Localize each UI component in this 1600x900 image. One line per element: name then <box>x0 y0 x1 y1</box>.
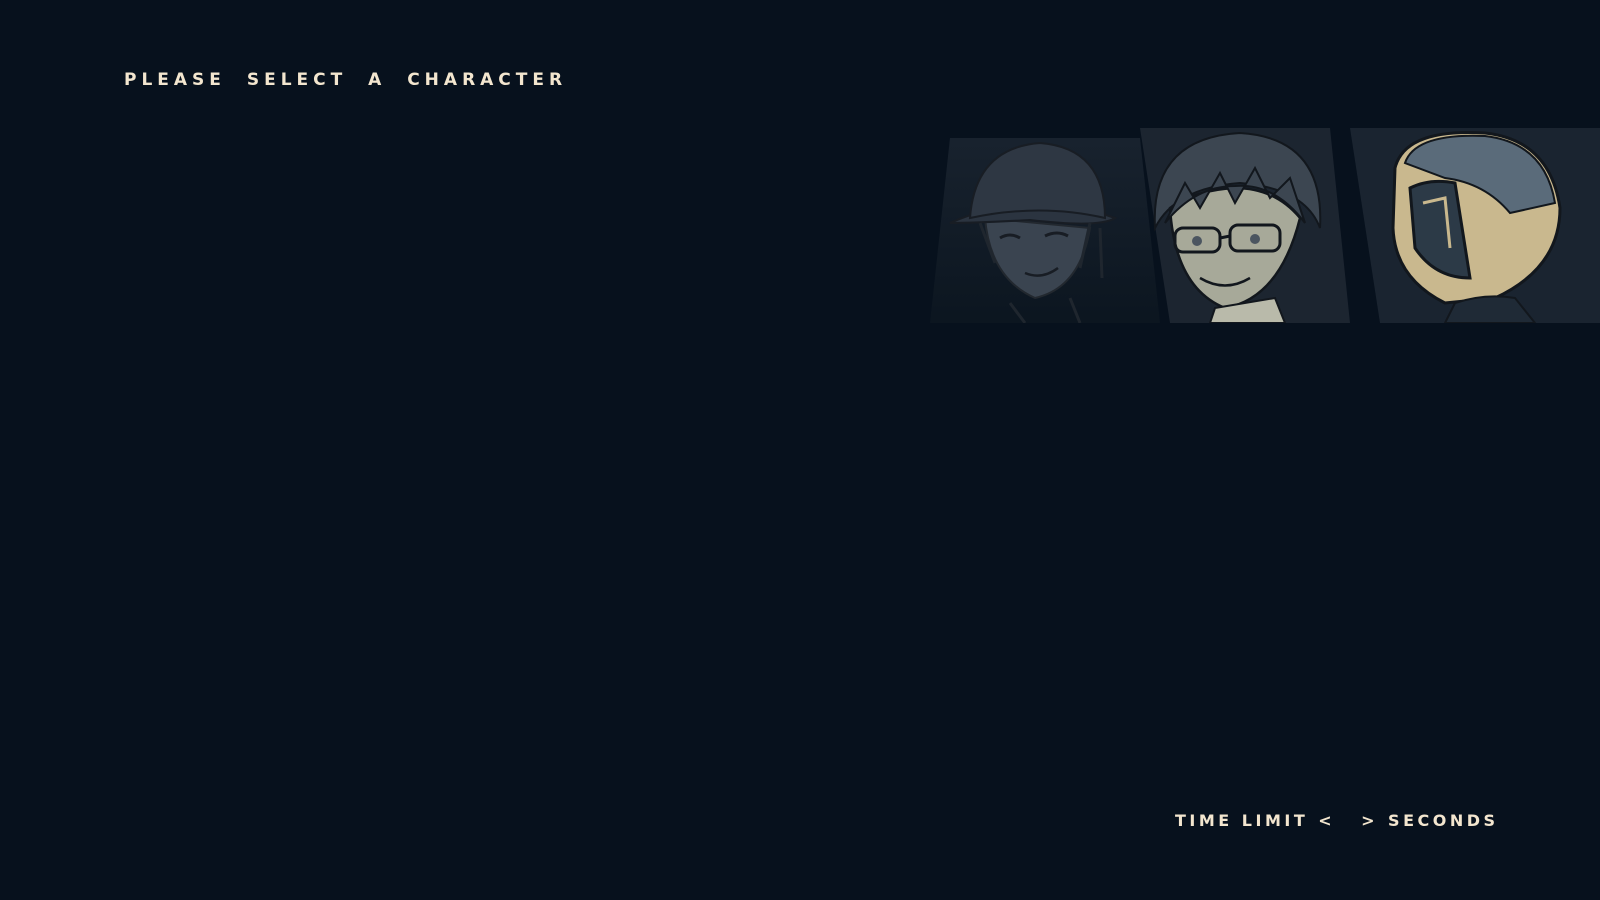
glasses-character-portrait-icon <box>1140 128 1350 323</box>
time-limit-control: TIME LIMIT < > SECONDS <box>1175 811 1499 830</box>
select-character-prompt: PLEASE SELECT A CHARACTER <box>124 70 568 90</box>
time-limit-label: TIME LIMIT <box>1175 811 1309 830</box>
character-portrait-strip <box>930 128 1600 358</box>
character-card-helmet[interactable] <box>1335 128 1600 323</box>
helmet-character-portrait-icon <box>1350 128 1600 323</box>
time-limit-unit: SECONDS <box>1388 811 1499 830</box>
character-select-screen: PLEASE SELECT A CHARACTER TIME LIMIT < >… <box>0 0 1600 900</box>
character-card-glasses[interactable] <box>1125 128 1350 323</box>
time-limit-increase-button[interactable]: > <box>1361 811 1378 830</box>
time-limit-decrease-button[interactable]: < <box>1318 811 1335 830</box>
